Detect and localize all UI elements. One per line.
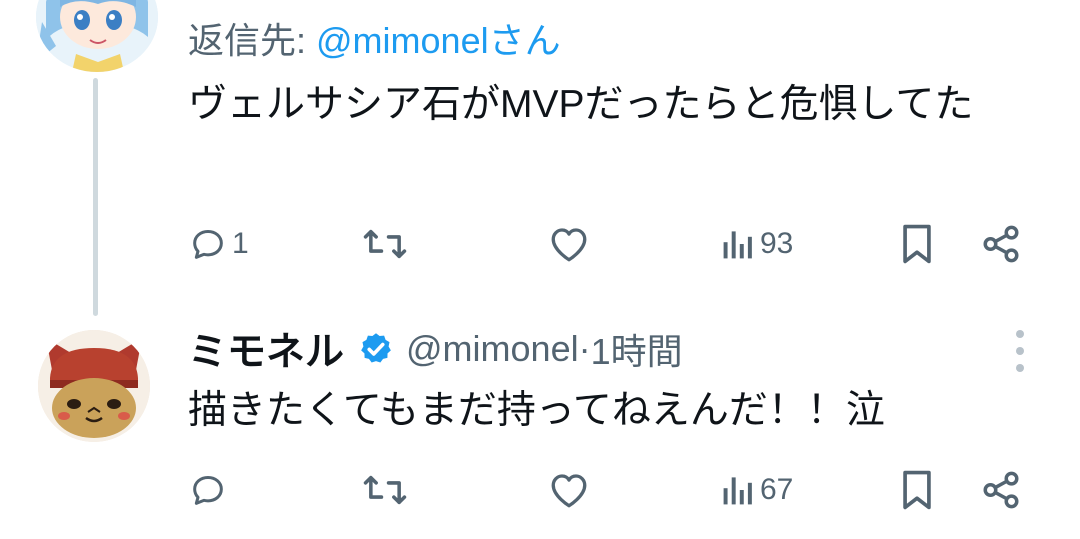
timestamp[interactable]: 1時間 (591, 323, 683, 375)
reply-handle-link[interactable]: @mimonelさん (316, 20, 561, 61)
analytics-icon (723, 477, 752, 505)
views-button[interactable]: 67 (720, 470, 793, 510)
retweet-icon (363, 229, 407, 259)
display-name[interactable]: ミモネル (188, 321, 344, 377)
like-button[interactable] (548, 470, 590, 510)
reply-prefix: 返信先: (188, 20, 317, 61)
user-handle[interactable]: @mimonel (406, 328, 579, 370)
bookmark-button[interactable] (898, 222, 936, 266)
heart-icon (551, 228, 587, 262)
views-count: 67 (760, 473, 794, 506)
thread-connector-line (93, 78, 98, 316)
retweet-button[interactable] (362, 470, 408, 510)
like-button[interactable] (548, 224, 590, 264)
heart-icon (551, 474, 587, 508)
reply-button[interactable] (188, 470, 228, 510)
avatar[interactable] (38, 330, 150, 442)
reply-icon (193, 476, 223, 505)
reply-count: 1 (232, 227, 249, 260)
avatar-image (38, 330, 150, 442)
more-options-button[interactable] (1010, 330, 1030, 372)
verified-badge-icon (361, 333, 391, 363)
bookmark-icon (903, 224, 931, 264)
more-dot-icon (1016, 330, 1024, 338)
reply-button[interactable]: 1 (188, 224, 249, 264)
meta-separator: · (578, 328, 591, 369)
share-button[interactable] (980, 222, 1022, 266)
bookmark-icon (903, 470, 931, 510)
retweet-button[interactable] (362, 224, 408, 264)
share-icon (983, 471, 1019, 509)
reply-to-line: 返信先: @mimonelさん (188, 12, 561, 64)
tweet-text: 描きたくてもまだ持ってねえんだ！！泣 (188, 389, 885, 432)
more-dot-icon (1016, 347, 1024, 355)
tweet-header: ミモネル @mimonel · 1時間 (188, 324, 683, 374)
analytics-icon (723, 231, 752, 259)
retweet-icon (363, 475, 407, 505)
reply-icon (193, 230, 223, 259)
share-button[interactable] (980, 468, 1022, 512)
avatar[interactable] (36, 0, 158, 72)
views-button[interactable]: 93 (720, 224, 793, 264)
bookmark-button[interactable] (898, 468, 936, 512)
views-count: 93 (760, 227, 794, 260)
avatar-image (36, 0, 158, 72)
more-dot-icon (1016, 364, 1024, 372)
tweet-text: ヴェルサシア石がMVPだったらと危惧してた (188, 83, 974, 126)
share-icon (983, 225, 1019, 263)
